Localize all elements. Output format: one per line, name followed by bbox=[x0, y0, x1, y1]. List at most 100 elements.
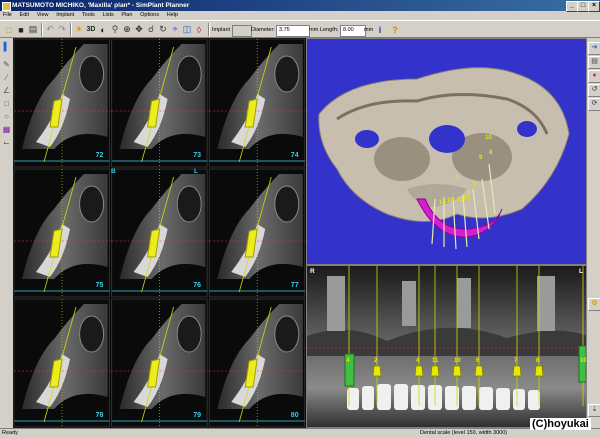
toolbar: □ ■ ▤ ↶ ↷ ☀ 3D ◐ ⚲ ⊕ ✥ ☌ ↻ ⌖ ◫ ◊ Implant… bbox=[0, 20, 600, 38]
cursor-icon[interactable]: ➜ bbox=[588, 42, 600, 55]
panoramic-view[interactable]: 4 2 4 11 10 6 7 8 10 R L bbox=[306, 265, 587, 428]
cross-section-grid: 9 72 9 73 9 74 11 75 11 76 11 77 11 78 8 79 11 80 B L bbox=[13, 38, 306, 428]
slice-number: 79 bbox=[193, 412, 201, 419]
length-label: Length: bbox=[320, 27, 339, 33]
slice-marker-l: L bbox=[194, 168, 198, 175]
cross-section-slice[interactable]: 973 bbox=[111, 38, 210, 168]
pan-move-icon[interactable]: ✥ bbox=[133, 23, 145, 36]
menu-view[interactable]: View bbox=[34, 11, 52, 20]
3d-implant-label: 10 bbox=[447, 198, 454, 204]
save-icon[interactable]: ■ bbox=[15, 23, 27, 36]
slice-marker-b: B bbox=[111, 168, 116, 175]
cross-section-slice[interactable]: 11 77 bbox=[208, 168, 306, 298]
layout-icon[interactable]: ▤ bbox=[588, 56, 600, 69]
circle-icon[interactable]: ○ bbox=[2, 112, 11, 121]
ruler-icon[interactable]: ∕ bbox=[2, 73, 11, 82]
slice-implant-label: 11 bbox=[52, 371, 59, 377]
cube-icon[interactable]: ▦ bbox=[2, 125, 11, 134]
panoramic-image[interactable]: 4 2 4 11 10 6 7 8 10 bbox=[307, 266, 587, 428]
rotate-icon[interactable]: ↻ bbox=[157, 23, 169, 36]
slice-number: 75 bbox=[96, 282, 104, 289]
panoramic-implant[interactable] bbox=[372, 365, 382, 377]
slice-number: 80 bbox=[291, 412, 299, 419]
slice-implant-label: 11 bbox=[247, 371, 254, 377]
info-icon[interactable]: i bbox=[374, 23, 386, 36]
slice-number: 76 bbox=[193, 282, 201, 289]
right-tool-strip: ➜ ▤ ● ↺ ⟳ ⚙ ⇣ bbox=[587, 38, 600, 428]
contrast-icon[interactable]: ◐ bbox=[97, 23, 109, 36]
menu-file[interactable]: File bbox=[0, 11, 15, 20]
window-title: MATSUMOTO MICHIKO, 'Maxilla' plan* - Sim… bbox=[12, 2, 190, 9]
menu-options[interactable]: Options bbox=[137, 11, 162, 20]
slice-implant-label: 11 bbox=[150, 241, 157, 247]
cross-section-slice[interactable]: 11 75 bbox=[13, 168, 112, 298]
crosshair-icon[interactable]: ⌖ bbox=[169, 23, 181, 36]
measure-icon[interactable]: ◊ bbox=[193, 23, 205, 36]
diameter-input[interactable]: 3.75 bbox=[276, 25, 310, 37]
panoramic-implant[interactable] bbox=[430, 365, 440, 377]
menu-edit[interactable]: Edit bbox=[17, 11, 32, 20]
slice-number: 78 bbox=[96, 412, 104, 419]
pencil-icon[interactable]: ✎ bbox=[2, 60, 11, 69]
3d-view[interactable]: 10 9 8 4 6 7 10 11 12 14 bbox=[306, 38, 587, 265]
diameter-unit: mm bbox=[309, 27, 319, 33]
boot-icon[interactable]: ⌙ bbox=[2, 138, 11, 147]
3d-skull-render[interactable]: 109846710 11 1214 bbox=[307, 39, 587, 265]
magnifier-zoom-icon[interactable]: ⚲ bbox=[109, 23, 121, 36]
scroll-end-icon[interactable]: ⇣ bbox=[588, 404, 600, 417]
rotate-view-icon[interactable]: ⟳ bbox=[588, 98, 600, 111]
menu-plan[interactable]: Plan bbox=[118, 11, 135, 20]
cross-section-slice[interactable]: 879 bbox=[111, 298, 210, 428]
color-icon[interactable]: ● bbox=[588, 70, 600, 83]
panoramic-implant[interactable] bbox=[474, 365, 484, 377]
menu-implant[interactable]: Implant bbox=[53, 11, 77, 20]
cross-section-slices[interactable]: 972973974 11 75 11 76 11 77 11 78 879 11 80 bbox=[13, 38, 306, 428]
panoramic-implant[interactable] bbox=[452, 365, 462, 377]
slice-number: 72 bbox=[96, 152, 104, 159]
cross-section-slice[interactable]: 11 80 bbox=[208, 298, 306, 428]
angle-icon[interactable]: ∠ bbox=[2, 86, 11, 95]
cross-section-slice[interactable]: 974 bbox=[208, 38, 306, 168]
implant-insert-icon[interactable]: ◫ bbox=[181, 23, 193, 36]
redo-icon[interactable]: ↷ bbox=[56, 23, 68, 36]
cross-section-slice[interactable]: 11 78 bbox=[13, 298, 112, 428]
implant-name-field[interactable] bbox=[232, 25, 252, 37]
slice-number: 73 bbox=[193, 152, 201, 159]
pointer-icon[interactable]: ▌ bbox=[2, 42, 11, 51]
3d-toggle-button[interactable]: 3D bbox=[85, 23, 97, 36]
brightness-icon[interactable]: ☀ bbox=[73, 23, 85, 36]
slice-implant-label: 11 bbox=[247, 241, 254, 247]
slice-number: 74 bbox=[291, 152, 299, 159]
cross-section-slice[interactable]: 11 76 bbox=[111, 168, 210, 298]
3d-implant-label: 10 bbox=[485, 135, 492, 141]
right-side-marker: R bbox=[310, 268, 315, 275]
3d-implant-label: 12 bbox=[463, 195, 470, 201]
panoramic-implant-label: 10 bbox=[580, 358, 587, 364]
diameter-label: Diameter: bbox=[251, 27, 275, 33]
panoramic-implant[interactable] bbox=[512, 365, 522, 377]
title-bar: MATSUMOTO MICHIKO, 'Maxilla' plan* - Sim… bbox=[0, 0, 600, 12]
menu-lists[interactable]: Lists bbox=[99, 11, 116, 20]
menu-tools[interactable]: Tools bbox=[79, 11, 98, 20]
help-icon[interactable]: ? bbox=[389, 23, 401, 36]
menu-bar: File Edit View Implant Tools Lists Plan … bbox=[0, 11, 600, 20]
undo-icon[interactable]: ↶ bbox=[44, 23, 56, 36]
pano-settings-icon[interactable]: ⚙ bbox=[588, 298, 600, 311]
implant-label: Implant bbox=[212, 27, 231, 33]
reset-view-icon[interactable]: ↺ bbox=[588, 84, 600, 97]
watermark: (C)hoyukai bbox=[530, 418, 591, 430]
rectangle-icon[interactable]: □ bbox=[2, 99, 11, 108]
3d-implant-label: 14 bbox=[439, 200, 446, 206]
cross-section-slice[interactable]: 972 bbox=[13, 38, 112, 168]
search-icon[interactable]: ☌ bbox=[145, 23, 157, 36]
panoramic-implant[interactable] bbox=[534, 365, 544, 377]
length-input[interactable]: 8.00 bbox=[340, 25, 366, 37]
menu-help[interactable]: Help bbox=[164, 11, 181, 20]
left-side-marker: L bbox=[579, 268, 583, 275]
print-icon[interactable]: ▤ bbox=[27, 23, 39, 36]
panoramic-implant[interactable] bbox=[414, 365, 424, 377]
zoom-icon[interactable]: ⊕ bbox=[121, 23, 133, 36]
panoramic-implant-label: 10 bbox=[454, 358, 461, 364]
open-folder-icon[interactable]: □ bbox=[3, 23, 15, 36]
left-tool-strip: ▌ ✎ ∕ ∠ □ ○ ▦ ⌙ bbox=[0, 38, 13, 428]
